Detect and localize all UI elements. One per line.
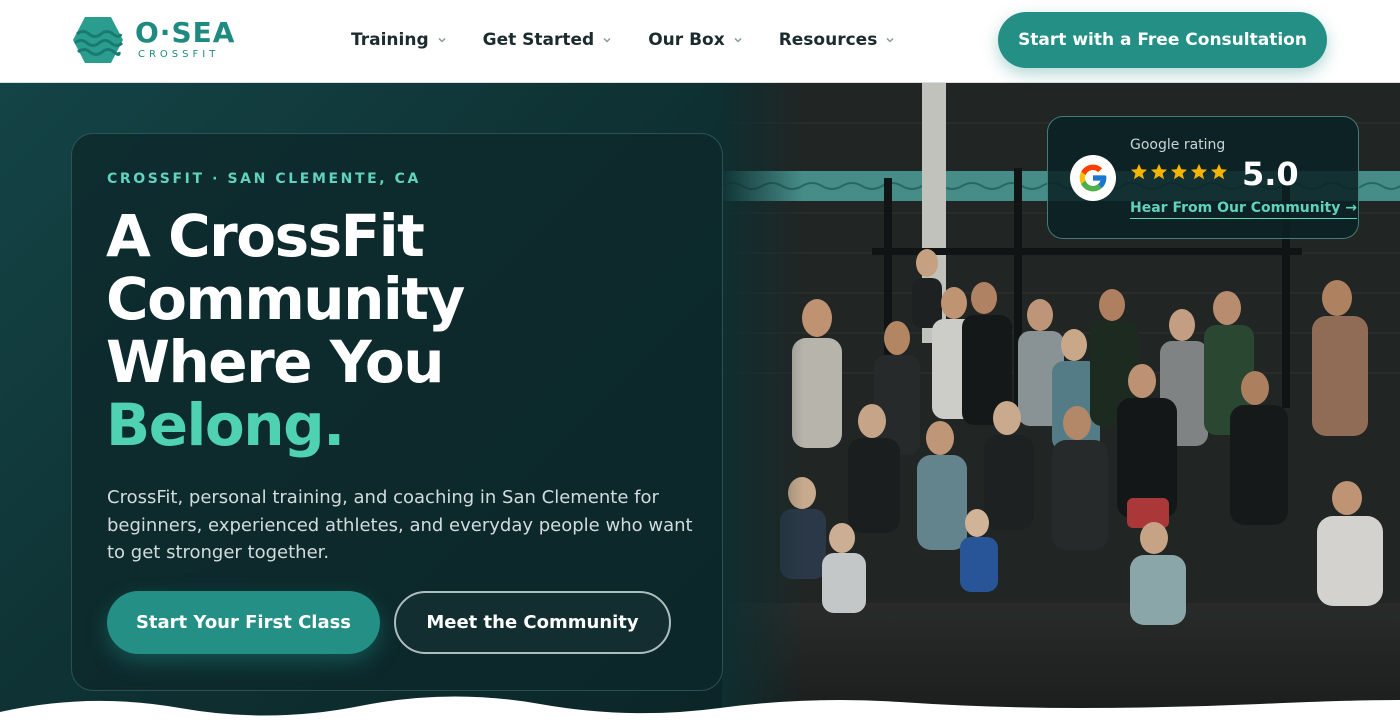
chevron-down-icon xyxy=(603,38,611,43)
free-consultation-button[interactable]: Start with a Free Consultation xyxy=(998,12,1327,68)
nav-item-get-started[interactable]: Get Started xyxy=(483,30,613,50)
site-header: O·SEA CROSSFIT Training Get Started Our … xyxy=(0,0,1400,83)
google-rating-card: Google rating 5.0 Hear From Our Communit… xyxy=(1047,116,1359,239)
star-icon xyxy=(1130,163,1148,180)
hexagon-logo-icon xyxy=(73,17,124,63)
logo[interactable]: O·SEA CROSSFIT xyxy=(72,16,234,64)
start-first-class-button[interactable]: Start Your First Class xyxy=(107,591,380,654)
hero-eyebrow: CROSSFIT · SAN CLEMENTE, CA xyxy=(107,171,421,187)
nav-item-label: Resources xyxy=(778,30,878,50)
meet-community-button[interactable]: Meet the Community xyxy=(394,591,671,654)
star-rating xyxy=(1130,163,1230,181)
main-nav: Training Get Started Our Box Resources xyxy=(351,26,931,54)
star-icon xyxy=(1170,163,1188,180)
nav-item-label: Get Started xyxy=(482,30,595,50)
headline-line: Where You xyxy=(106,328,445,396)
hear-from-community-link[interactable]: Hear From Our Community → xyxy=(1130,200,1357,219)
wave-divider xyxy=(0,696,1400,724)
rating-score: 5.0 xyxy=(1242,155,1299,193)
logo-tagline: CROSSFIT xyxy=(138,49,220,60)
nav-item-resources[interactable]: Resources xyxy=(779,30,896,50)
star-icon xyxy=(1210,163,1228,180)
nav-item-label: Our Box xyxy=(648,30,725,50)
rating-label: Google rating xyxy=(1130,137,1226,153)
chevron-down-icon xyxy=(438,38,446,43)
headline-accent: Belong. xyxy=(106,391,345,459)
nav-item-our-box[interactable]: Our Box xyxy=(648,30,742,50)
nav-item-label: Training xyxy=(351,30,429,50)
google-logo-icon xyxy=(1070,155,1116,201)
headline-line: A CrossFit xyxy=(106,202,425,270)
nav-item-training[interactable]: Training xyxy=(351,30,447,50)
star-icon xyxy=(1190,163,1208,180)
headline-line: Community xyxy=(106,265,465,333)
logo-wordmark: O·SEA xyxy=(135,16,236,49)
chevron-down-icon xyxy=(886,38,894,43)
hero-section: CROSSFIT · SAN CLEMENTE, CA A CrossFit C… xyxy=(0,83,1400,724)
chevron-down-icon xyxy=(734,38,742,43)
hero-subtext: CrossFit, personal training, and coachin… xyxy=(107,487,693,563)
hero-headline: A CrossFit Community Where You Belong. xyxy=(106,205,666,457)
star-icon xyxy=(1150,163,1168,180)
